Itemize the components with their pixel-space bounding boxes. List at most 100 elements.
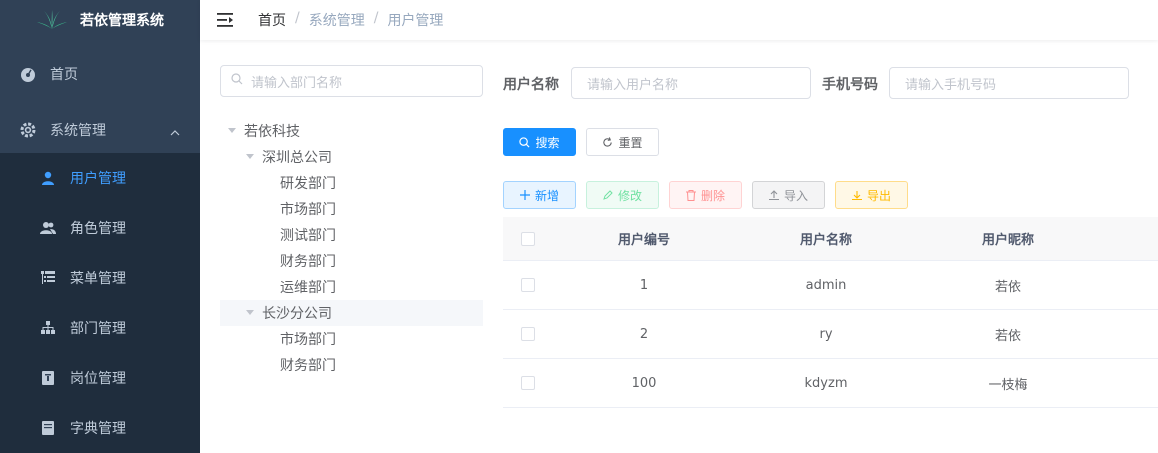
tree-table-icon xyxy=(40,270,56,286)
tree-node[interactable]: 测试部门 xyxy=(220,222,483,248)
row-checkbox[interactable] xyxy=(521,376,535,390)
tree-node-label: 深圳总公司 xyxy=(262,150,332,166)
cell-user-name: ry xyxy=(819,326,833,342)
hamburger-icon[interactable] xyxy=(217,12,233,28)
tree-node-selected[interactable]: 长沙分公司 xyxy=(220,300,483,326)
sidebar-item-label: 岗位管理 xyxy=(70,371,126,387)
reset-button[interactable]: 重置 xyxy=(586,128,659,156)
row-checkbox[interactable] xyxy=(521,327,535,341)
tree-node[interactable]: 财务部门 xyxy=(220,248,483,274)
breadcrumb: 首页 / 系统管理 / 用户管理 xyxy=(258,10,443,30)
dict-icon xyxy=(40,420,56,436)
sidebar-item-user[interactable]: 用户管理 xyxy=(0,153,200,203)
table-header: 用户编号 用户名称 用户昵称 xyxy=(503,217,1158,261)
tree-node-label: 研发部门 xyxy=(280,176,336,192)
caret-down-icon[interactable] xyxy=(238,154,262,160)
table-row[interactable]: 100 kdyzm 一枝梅 xyxy=(503,359,1158,408)
reset-button-label: 重置 xyxy=(618,135,643,150)
sidebar-item-label: 部门管理 xyxy=(70,321,126,337)
sidebar: 若依管理系统 首页 系统管理 用户管理 角色管理 菜单管理 部门管理 岗位管理 … xyxy=(0,0,200,453)
tree-node[interactable]: 研发部门 xyxy=(220,170,483,196)
tree-node[interactable]: 运维部门 xyxy=(220,274,483,300)
column-header[interactable]: 用户名称 xyxy=(735,229,917,248)
tree-node[interactable]: 财务部门 xyxy=(220,352,483,378)
phone-placeholder: 请输入手机号码 xyxy=(905,77,997,93)
search-icon xyxy=(231,73,243,89)
edit-icon xyxy=(603,190,613,200)
add-button-label: 新增 xyxy=(534,188,559,203)
username-input[interactable]: 请输入用户名称 xyxy=(571,67,811,99)
table-row[interactable]: 2 ry 若依 xyxy=(503,310,1158,359)
column-header[interactable]: 用户昵称 xyxy=(917,229,1099,248)
cell-nickname: 若依 xyxy=(994,328,1021,344)
tree-node[interactable]: 若依科技 xyxy=(220,118,483,144)
edit-button[interactable]: 修改 xyxy=(586,181,659,209)
sidebar-item-system[interactable]: 系统管理 xyxy=(0,108,200,152)
download-icon xyxy=(851,190,862,200)
tree-node-label: 财务部门 xyxy=(280,254,336,270)
plus-icon xyxy=(519,190,530,200)
import-button-label: 导入 xyxy=(783,188,808,203)
username-label: 用户名称 xyxy=(503,77,559,93)
cell-user-id: 100 xyxy=(631,375,657,391)
breadcrumb-separator: / xyxy=(295,10,300,26)
sidebar-item-label: 首页 xyxy=(50,67,78,83)
username-placeholder: 请输入用户名称 xyxy=(587,77,679,93)
caret-down-icon[interactable] xyxy=(220,128,244,134)
tree-node-label: 财务部门 xyxy=(280,358,336,374)
app-title: 若依管理系统 xyxy=(80,13,164,29)
refresh-icon xyxy=(602,136,613,148)
search-button[interactable]: 搜索 xyxy=(503,128,576,156)
delete-button-label: 删除 xyxy=(700,188,725,203)
org-icon xyxy=(40,320,56,336)
tree-node[interactable]: 深圳总公司 xyxy=(220,144,483,170)
caret-down-icon[interactable] xyxy=(238,310,262,316)
sidebar-item-post[interactable]: 岗位管理 xyxy=(0,353,200,403)
user-icon xyxy=(40,170,56,186)
sidebar-item-role[interactable]: 角色管理 xyxy=(0,203,200,253)
column-header[interactable]: 用户编号 xyxy=(553,229,735,248)
breadcrumb-current: 用户管理 xyxy=(387,13,444,29)
breadcrumb-separator: / xyxy=(373,10,379,26)
users-icon xyxy=(40,220,56,236)
user-table: 用户编号 用户名称 用户昵称 1 admin 若依 2 ry 若依 100 kd… xyxy=(503,217,1158,408)
breadcrumb-home[interactable]: 首页 xyxy=(258,10,286,30)
sidebar-item-label: 角色管理 xyxy=(70,221,126,237)
dept-search-input[interactable]: 请输入部门名称 xyxy=(220,65,483,97)
cell-nickname: 若依 xyxy=(994,279,1021,295)
select-all-checkbox[interactable] xyxy=(521,231,535,246)
app-logo[interactable]: 若依管理系统 xyxy=(0,0,200,40)
cell-user-name: admin xyxy=(805,277,847,293)
dept-tree: 若依科技 深圳总公司 研发部门 市场部门 测试部门 财务部门 运维部门 长沙分公… xyxy=(220,118,483,378)
sidebar-item-label: 系统管理 xyxy=(50,123,106,139)
phone-label: 手机号码 xyxy=(822,77,878,93)
row-checkbox[interactable] xyxy=(521,278,535,292)
logo-icon xyxy=(36,9,68,31)
phone-input[interactable]: 请输入手机号码 xyxy=(889,67,1129,99)
import-button[interactable]: 导入 xyxy=(752,181,825,209)
delete-button[interactable]: 删除 xyxy=(669,181,742,209)
cell-user-name: kdyzm xyxy=(804,375,848,391)
table-row[interactable]: 1 admin 若依 xyxy=(503,261,1158,310)
dashboard-icon xyxy=(20,66,36,82)
search-button-label: 搜索 xyxy=(535,135,560,150)
edit-button-label: 修改 xyxy=(617,188,642,203)
tree-node[interactable]: 市场部门 xyxy=(220,196,483,222)
sidebar-item-dict[interactable]: 字典管理 xyxy=(0,403,200,453)
tree-node-label: 运维部门 xyxy=(280,280,336,296)
sidebar-item-label: 字典管理 xyxy=(70,421,126,437)
sidebar-item-menu[interactable]: 菜单管理 xyxy=(0,253,200,303)
sidebar-item-dept[interactable]: 部门管理 xyxy=(0,303,200,353)
trash-icon xyxy=(685,189,696,201)
sidebar-item-home[interactable]: 首页 xyxy=(0,40,200,108)
post-icon xyxy=(40,370,56,386)
cell-nickname: 一枝梅 xyxy=(988,377,1028,393)
tree-node[interactable]: 市场部门 xyxy=(220,326,483,352)
breadcrumb-system: 系统管理 xyxy=(308,13,365,29)
sidebar-item-label: 菜单管理 xyxy=(70,271,126,287)
navbar: 首页 / 系统管理 / 用户管理 xyxy=(200,0,1158,40)
tree-node-label: 市场部门 xyxy=(280,202,336,218)
export-button-label: 导出 xyxy=(866,188,891,203)
export-button[interactable]: 导出 xyxy=(835,181,908,209)
add-button[interactable]: 新增 xyxy=(503,181,576,209)
